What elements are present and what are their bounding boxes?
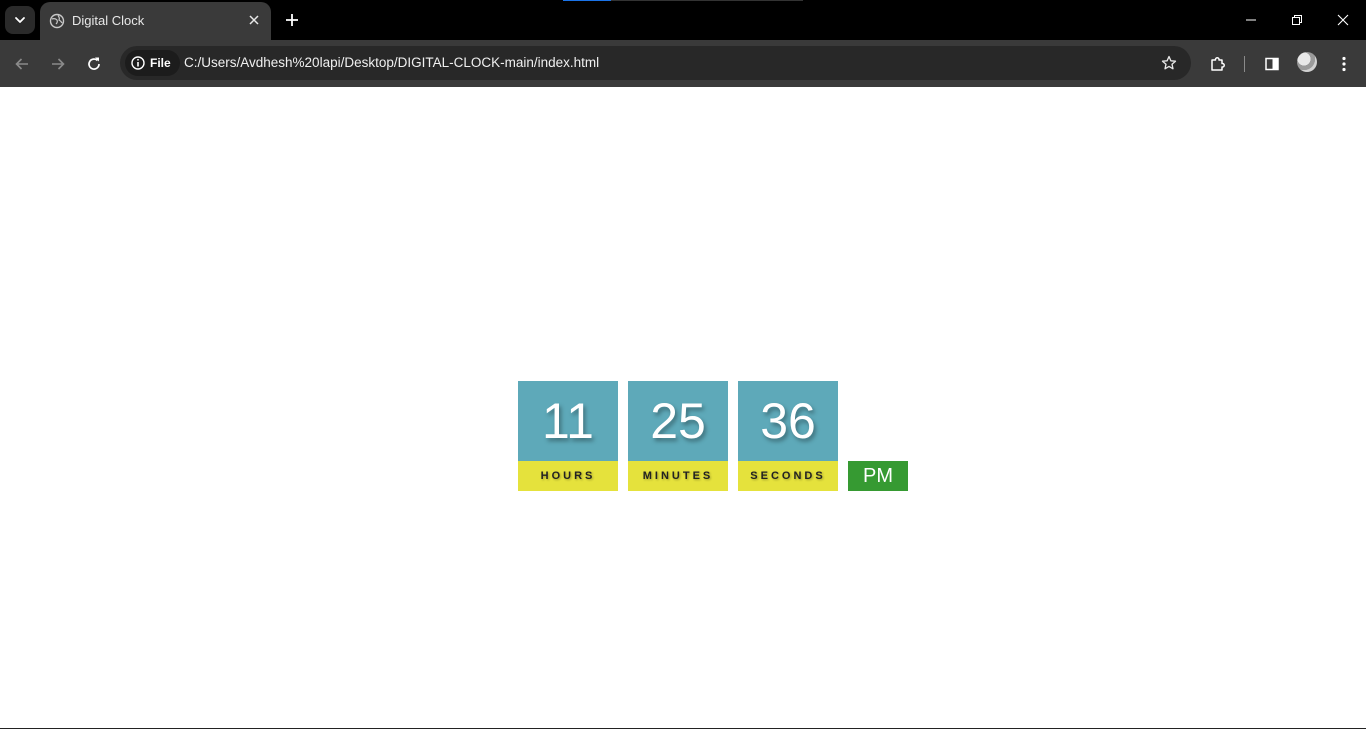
plus-icon (286, 14, 298, 26)
side-panel-icon (1265, 57, 1279, 71)
kebab-menu-icon (1342, 56, 1346, 72)
tab-active[interactable]: Digital Clock (40, 2, 271, 40)
reload-button[interactable] (80, 50, 108, 78)
close-icon (249, 15, 259, 25)
bookmark-button[interactable] (1159, 53, 1179, 73)
minimize-button[interactable] (1228, 0, 1274, 40)
side-panel-button[interactable] (1258, 50, 1286, 78)
close-icon (1337, 14, 1349, 26)
new-tab-button[interactable] (280, 8, 304, 32)
restore-icon (1292, 15, 1302, 25)
puzzle-icon (1211, 57, 1225, 71)
site-chip-label: File (150, 56, 171, 70)
seconds-unit: 36 SECONDS (738, 381, 838, 491)
chevron-down-icon (15, 17, 25, 23)
hours-value: 11 (518, 381, 618, 461)
minutes-unit: 25 MINUTES (628, 381, 728, 491)
tab-strip: Digital Clock (0, 0, 1366, 40)
page-content: 11 HOURS 25 MINUTES 36 SECONDS PM (0, 87, 1366, 728)
minutes-value: 25 (628, 381, 728, 461)
globe-icon (49, 13, 65, 29)
arrow-right-icon (52, 58, 65, 70)
tab-search-button[interactable] (5, 6, 35, 34)
minimize-icon (1246, 19, 1256, 21)
forward-button[interactable] (44, 50, 72, 78)
profile-avatar-icon[interactable] (1297, 52, 1317, 72)
url-text[interactable]: C:/Users/Avdhesh%20lapi/Desktop/DIGITAL-… (184, 55, 599, 71)
seconds-value: 36 (738, 381, 838, 461)
site-info-chip[interactable]: File (125, 50, 180, 76)
back-button[interactable] (8, 50, 36, 78)
seconds-label: SECONDS (738, 461, 838, 491)
extensions-button[interactable] (1204, 50, 1232, 78)
hours-label: HOURS (518, 461, 618, 491)
toolbar-divider (1244, 56, 1245, 72)
info-icon (131, 56, 145, 70)
arrow-left-icon (15, 58, 28, 70)
period-badge: PM (848, 461, 908, 491)
reload-icon (88, 57, 100, 70)
address-bar[interactable]: File C:/Users/Avdhesh%20lapi/Desktop/DIG… (120, 46, 1191, 80)
toolbar: File C:/Users/Avdhesh%20lapi/Desktop/DIG… (0, 40, 1366, 87)
restore-button[interactable] (1274, 0, 1320, 40)
browser-menu-button[interactable] (1330, 50, 1358, 78)
tab-close-button[interactable] (245, 11, 263, 29)
star-icon (1161, 55, 1177, 70)
window-close-button[interactable] (1320, 0, 1366, 40)
hours-unit: 11 HOURS (518, 381, 618, 491)
browser-window: Digital Clock File C:/Users/Avdhesh%20la… (0, 0, 1366, 729)
tab-loading-indicator (563, 0, 803, 1)
minutes-label: MINUTES (628, 461, 728, 491)
tab-title: Digital Clock (72, 13, 145, 28)
